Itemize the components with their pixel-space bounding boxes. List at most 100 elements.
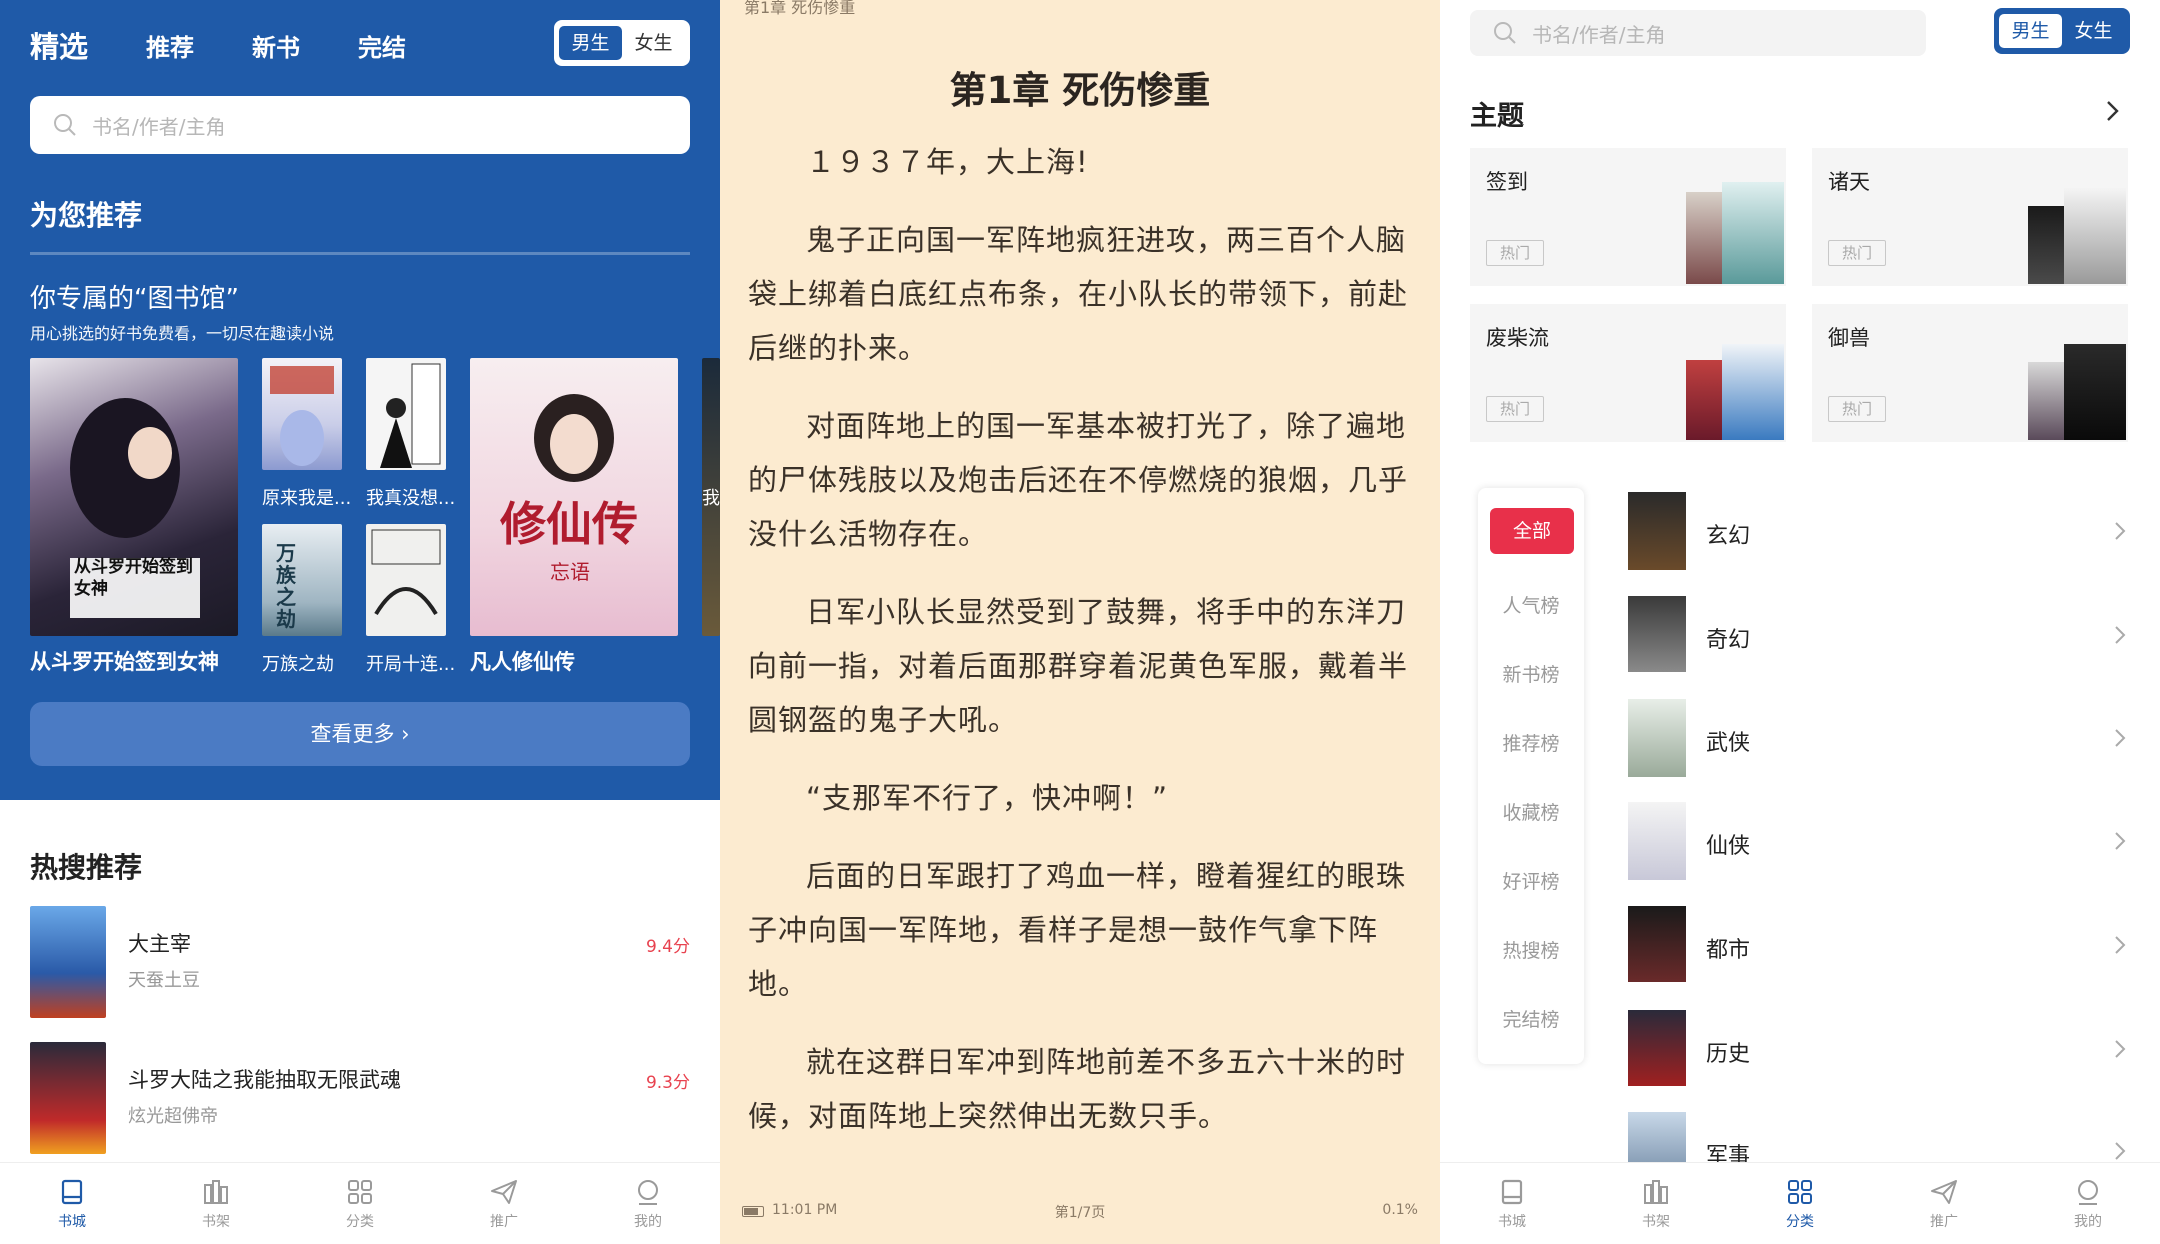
nav-bookstore[interactable]: 书城 <box>0 1163 144 1244</box>
cover-title-text: 从斗罗开始签到女神 <box>74 557 193 599</box>
category-item-dushi[interactable]: 都市 <box>1628 906 2128 986</box>
theme-cover <box>1686 192 1726 284</box>
hot-tag: 热门 <box>1486 396 1544 422</box>
rank-completed[interactable]: 完结榜 <box>1478 1005 1584 1032</box>
hot-tag: 热门 <box>1828 396 1886 422</box>
nav-profile[interactable]: 我的 <box>576 1163 720 1244</box>
category-item-wuxia[interactable]: 武侠 <box>1628 699 2128 779</box>
paragraph: １９３７年，大上海! <box>806 145 1089 179</box>
rank-favorites[interactable]: 收藏榜 <box>1478 798 1584 825</box>
paper-plane-icon <box>1931 1179 1957 1204</box>
gender-male[interactable]: 男生 <box>559 26 622 60</box>
bottom-nav: 书城 书架 分类 推广 我的 <box>1440 1162 2160 1244</box>
gender-female[interactable]: 女生 <box>622 26 685 60</box>
cover-title-text: 修仙传 <box>500 497 638 551</box>
rank-popular[interactable]: 人气榜 <box>1478 591 1584 618</box>
category-cover <box>1628 906 1686 982</box>
nav-label: 书架 <box>1642 1213 1670 1230</box>
cover-art <box>371 529 441 616</box>
chevron-right-icon[interactable] <box>2102 98 2122 124</box>
cover-art <box>380 363 441 468</box>
category-name: 奇幻 <box>1706 628 1751 653</box>
theme-name: 诸天 <box>1828 170 1870 194</box>
book-cover-3[interactable] <box>366 358 446 470</box>
chevron-right-icon <box>2115 832 2126 850</box>
gender-female[interactable]: 女生 <box>2062 14 2125 48</box>
category-name: 都市 <box>1706 938 1751 963</box>
nav-promote[interactable]: 推广 <box>432 1163 576 1244</box>
theme-cover <box>2064 344 2126 440</box>
hot-book-author: 炫光超佛帝 <box>128 1106 218 1127</box>
rank-hot-search[interactable]: 热搜榜 <box>1478 936 1584 963</box>
book-cover-1[interactable]: 从斗罗开始签到女神 <box>30 358 238 636</box>
theme-name: 废柴流 <box>1486 326 1549 350</box>
book-title-3[interactable]: 我真没想... <box>366 484 454 510</box>
nav-bookshelf[interactable]: 书架 <box>1584 1163 1728 1244</box>
cover-title-text: 万族之劫 <box>276 541 296 631</box>
search-icon <box>1494 22 1516 44</box>
rank-new[interactable]: 新书榜 <box>1478 660 1584 687</box>
nav-category[interactable]: 分类 <box>1728 1163 1872 1244</box>
bookshelf-icon <box>1644 1179 1668 1204</box>
gender-male[interactable]: 男生 <box>1999 14 2062 48</box>
hot-tag: 热门 <box>1486 240 1544 266</box>
gender-toggle: 男生 女生 <box>1994 8 2130 54</box>
library-title: 你专属的“图书馆” <box>30 284 239 314</box>
rank-all[interactable]: 全部 <box>1490 508 1574 554</box>
nav-category[interactable]: 分类 <box>288 1163 432 1244</box>
theme-card-zhutian[interactable]: 诸天 热门 <box>1812 148 2128 286</box>
category-item-lishi[interactable]: 历史 <box>1628 1010 2128 1090</box>
book-title-4[interactable]: 万族之劫 <box>262 650 350 676</box>
theme-name: 签到 <box>1486 170 1528 194</box>
search-input[interactable]: 书名/作者/主角 <box>30 96 690 154</box>
theme-card-signin[interactable]: 签到 热门 <box>1470 148 1786 286</box>
nav-profile[interactable]: 我的 <box>2016 1163 2160 1244</box>
reader-footer: 11:01 PM 第1/7页 0.1% <box>720 1184 1440 1244</box>
tab-completed[interactable]: 完结 <box>358 28 406 63</box>
rank-recommend[interactable]: 推荐榜 <box>1478 729 1584 756</box>
book-title-6[interactable]: 凡人修仙传 <box>470 646 680 676</box>
category-item-junshi[interactable]: 军事 <box>1628 1112 2128 1169</box>
nav-bookshelf[interactable]: 书架 <box>144 1163 288 1244</box>
bookstore-panel: 精选 推荐 新书 完结 男生 女生 书名/作者/主角 为您推荐 你专属的“图书馆… <box>0 0 720 1244</box>
category-item-qihuan[interactable]: 奇幻 <box>1628 596 2128 676</box>
book-title-2[interactable]: 原来我是... <box>262 484 350 510</box>
category-item-xuanhuan[interactable]: 玄幻 <box>1628 492 2128 572</box>
nav-bookstore[interactable]: 书城 <box>1440 1163 1584 1244</box>
bookstore-icon <box>61 1179 83 1204</box>
search-input[interactable]: 书名/作者/主角 <box>1470 10 1926 56</box>
nav-label: 推广 <box>1930 1213 1958 1230</box>
hot-book-score: 9.3分 <box>645 1073 690 1093</box>
hot-book-cover <box>30 1042 106 1154</box>
category-name: 历史 <box>1706 1042 1751 1067</box>
reader-panel[interactable]: 第1章 死伤惨重 第1章 死伤惨重 １９３７年，大上海! 鬼子正向国一军阵地疯狂… <box>720 0 1440 1244</box>
hot-item[interactable]: 斗罗大陆之我能抽取无限武魂 炫光超佛帝 9.3分 <box>30 1042 690 1154</box>
hot-book-cover <box>30 906 106 1018</box>
book-cover-2[interactable] <box>262 358 342 470</box>
book-cover-5[interactable] <box>366 524 446 636</box>
category-cover <box>1628 1010 1686 1086</box>
tab-new-books[interactable]: 新书 <box>252 28 300 63</box>
tab-featured[interactable]: 精选 <box>30 24 88 66</box>
hot-item[interactable]: 大主宰 天蚕土豆 9.4分 <box>30 906 690 1018</box>
theme-card-feichai[interactable]: 废柴流 热门 <box>1470 304 1786 442</box>
book-title-5[interactable]: 开局十连... <box>366 650 454 676</box>
chevron-right-icon <box>2115 1040 2126 1058</box>
nav-promote[interactable]: 推广 <box>1872 1163 2016 1244</box>
book-title-1[interactable]: 从斗罗开始签到女神 <box>30 646 240 676</box>
category-icon <box>348 1179 372 1204</box>
category-item-xianxia[interactable]: 仙侠 <box>1628 802 2128 882</box>
book-cover-4[interactable]: 万族之劫 <box>262 524 342 636</box>
hot-book-author: 天蚕土豆 <box>128 970 200 991</box>
category-name: 武侠 <box>1706 731 1751 756</box>
rank-rating[interactable]: 好评榜 <box>1478 867 1584 894</box>
view-more-button[interactable]: 查看更多 › <box>30 702 690 766</box>
book-cover-6[interactable]: 修仙传 忘语 <box>470 358 678 636</box>
paragraph: 日军小队长显然受到了鼓舞，将手中的东洋刀向前一指，对着后面那群穿着泥黄色军服，戴… <box>748 595 1409 737</box>
chevron-right-icon <box>2115 522 2126 540</box>
paragraph: 后面的日军跟打了鸡血一样，瞪着猩红的眼珠子冲向国一军阵地，看样子是想一鼓作气拿下… <box>748 859 1407 1001</box>
book-title-7[interactable]: 我 <box>702 484 720 510</box>
tab-recommend[interactable]: 推荐 <box>146 28 194 63</box>
theme-card-yushou[interactable]: 御兽 热门 <box>1812 304 2128 442</box>
top-tabs: 精选 推荐 新书 完结 <box>30 20 464 70</box>
